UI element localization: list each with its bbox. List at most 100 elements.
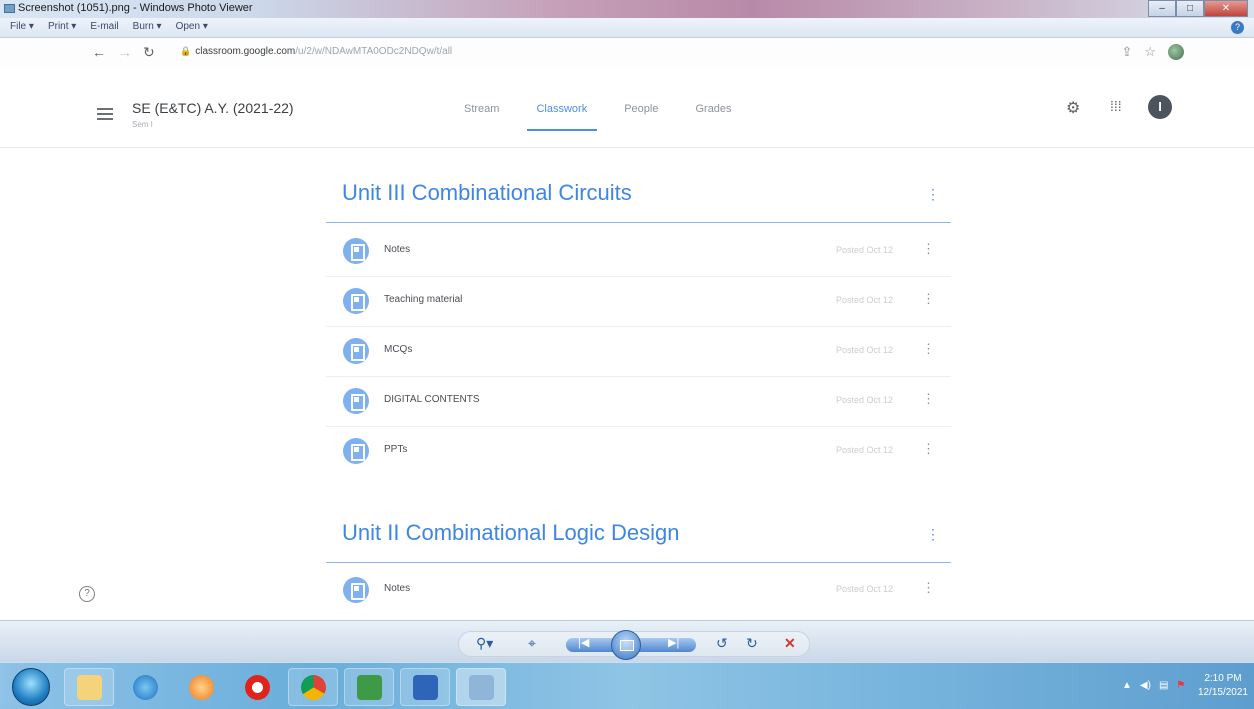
tab-grades[interactable]: Grades: [695, 99, 731, 115]
rotate-clockwise-icon[interactable]: ↻: [746, 635, 758, 652]
main-menu-icon[interactable]: [97, 108, 113, 120]
photo-viewer-toolbar: ⚲▾ ⌖ |◀ ▶| ↺ ↻ ✕: [0, 620, 1254, 662]
taskbar-media-player[interactable]: [176, 668, 226, 706]
topic-title[interactable]: Unit II Combinational Logic Design: [342, 520, 680, 546]
close-button[interactable]: ✕: [1204, 0, 1248, 17]
more-vert-icon[interactable]: ⋮: [922, 441, 935, 457]
bookmark-star-icon[interactable]: ☆: [1144, 44, 1156, 60]
material-icon: [343, 577, 369, 603]
minimize-button[interactable]: –: [1148, 0, 1176, 17]
menu-print[interactable]: Print ▾: [48, 21, 76, 32]
more-vert-icon[interactable]: ⋮: [922, 391, 935, 407]
posted-date: Posted Oct 12: [836, 295, 894, 305]
apps-grid-icon[interactable]: ⁞⁞⁞: [1110, 98, 1122, 114]
classroom-header: SE (E&TC) A.Y. (2021-22) Sem I Stream Cl…: [0, 68, 1254, 148]
photo-viewer-menubar: File ▾ Print ▾ E-mail Burn ▾ Open ▾ ?: [0, 18, 1254, 38]
excel-icon: [357, 675, 382, 700]
help-question-icon[interactable]: ?: [79, 586, 95, 602]
url-path: /u/2/w/NDAwMTA0ODc2NDQw/t/all: [295, 46, 453, 57]
account-avatar[interactable]: I: [1148, 95, 1172, 119]
more-vert-icon[interactable]: ⋮: [922, 291, 935, 307]
list-item[interactable]: PPTs Posted Oct 12 ⋮: [326, 427, 951, 477]
browser-profile-icon[interactable]: [1168, 44, 1184, 60]
material-icon: [343, 388, 369, 414]
network-icon[interactable]: ▤: [1159, 680, 1168, 691]
taskbar-photo-viewer[interactable]: [456, 668, 506, 706]
posted-date: Posted Oct 12: [836, 445, 894, 455]
help-icon[interactable]: ?: [1231, 21, 1244, 34]
slideshow-icon[interactable]: [611, 630, 641, 660]
url-host: classroom.google.com: [195, 46, 296, 57]
tab-people[interactable]: People: [624, 99, 658, 115]
item-title: DIGITAL CONTENTS: [384, 394, 480, 405]
fit-icon[interactable]: ⌖: [528, 635, 536, 652]
class-section: Sem I: [132, 120, 153, 129]
window-controls: – □ ✕: [1148, 0, 1248, 17]
word-icon: [413, 675, 438, 700]
internet-explorer-icon: [133, 675, 158, 700]
taskbar-word[interactable]: [400, 668, 450, 706]
clock[interactable]: 2:10 PM 12/15/2021: [1198, 672, 1248, 700]
reload-icon[interactable]: ↻: [143, 44, 155, 61]
forward-arrow-icon[interactable]: →: [118, 44, 132, 60]
chrome-icon: [301, 675, 326, 700]
menu-email[interactable]: E-mail: [90, 21, 118, 32]
more-vert-icon[interactable]: ⋮: [926, 186, 940, 203]
start-button[interactable]: [12, 668, 50, 706]
menu-open[interactable]: Open ▾: [176, 21, 208, 32]
item-title: Notes: [384, 244, 411, 255]
menu-burn[interactable]: Burn ▾: [133, 21, 162, 32]
action-center-flag-icon[interactable]: ⚑: [1176, 680, 1185, 691]
photo-viewer-icon: [469, 675, 494, 700]
settings-gear-icon[interactable]: ⚙: [1066, 98, 1080, 118]
item-title: PPTs: [384, 444, 408, 455]
rotate-counterclockwise-icon[interactable]: ↺: [716, 635, 728, 652]
posted-date: Posted Oct 12: [836, 345, 894, 355]
list-item[interactable]: Notes Posted Oct 12 ⋮: [326, 227, 951, 277]
item-title: Notes: [384, 583, 411, 594]
folder-icon: [77, 675, 102, 700]
class-tabs: Stream Classwork People Grades: [464, 99, 769, 131]
class-title[interactable]: SE (E&TC) A.Y. (2021-22): [132, 100, 294, 116]
address-bar[interactable]: 🔒 classroom.google.com/u/2/w/NDAwMTA0ODc2…: [180, 46, 452, 57]
item-title: Teaching material: [384, 294, 463, 305]
posted-date: Posted Oct 12: [836, 245, 894, 255]
taskbar-excel[interactable]: [344, 668, 394, 706]
list-item[interactable]: Teaching material Posted Oct 12 ⋮: [326, 277, 951, 327]
list-item[interactable]: DIGITAL CONTENTS Posted Oct 12 ⋮: [326, 377, 951, 427]
item-title: MCQs: [384, 344, 413, 355]
share-icon[interactable]: ⇪: [1121, 44, 1132, 60]
zoom-icon[interactable]: ⚲▾: [476, 635, 493, 652]
delete-icon[interactable]: ✕: [784, 635, 796, 652]
list-item[interactable]: MCQs Posted Oct 12 ⋮: [326, 327, 951, 377]
browser-toolbar: ← → ↻ 🔒 classroom.google.com/u/2/w/NDAwMT…: [0, 38, 1254, 68]
topic-title[interactable]: Unit III Combinational Circuits: [342, 180, 632, 206]
more-vert-icon[interactable]: ⋮: [922, 241, 935, 257]
clock-time: 2:10 PM: [1204, 673, 1242, 684]
tab-classwork[interactable]: Classwork: [527, 99, 597, 131]
next-icon[interactable]: ▶|: [668, 636, 679, 649]
more-vert-icon[interactable]: ⋮: [926, 526, 940, 543]
taskbar-internet-explorer[interactable]: [120, 668, 170, 706]
taskbar-chrome[interactable]: [288, 668, 338, 706]
more-vert-icon[interactable]: ⋮: [922, 341, 935, 357]
maximize-button[interactable]: □: [1176, 0, 1204, 17]
list-item[interactable]: Notes Posted Oct 12 ⋮: [326, 566, 951, 616]
system-tray: ▲ ◀) ▤ ⚑ 2:10 PM 12/15/2021: [1094, 663, 1254, 709]
volume-icon[interactable]: ◀): [1140, 680, 1151, 691]
posted-date: Posted Oct 12: [836, 584, 894, 594]
more-vert-icon[interactable]: ⋮: [922, 580, 935, 596]
show-hidden-icons-icon[interactable]: ▲: [1122, 680, 1132, 691]
back-arrow-icon[interactable]: ←: [92, 44, 106, 60]
previous-icon[interactable]: |◀: [578, 636, 589, 649]
taskbar-windows-explorer[interactable]: [64, 668, 114, 706]
photo-viewer-titlebar: Screenshot (1051).png - Windows Photo Vi…: [0, 0, 1254, 18]
opera-icon: [245, 675, 270, 700]
posted-date: Posted Oct 12: [836, 395, 894, 405]
tab-stream[interactable]: Stream: [464, 99, 499, 115]
material-icon: [343, 438, 369, 464]
lock-icon: 🔒: [180, 46, 192, 56]
menu-file[interactable]: File ▾: [10, 21, 34, 32]
taskbar-opera[interactable]: [232, 668, 282, 706]
material-icon: [343, 238, 369, 264]
